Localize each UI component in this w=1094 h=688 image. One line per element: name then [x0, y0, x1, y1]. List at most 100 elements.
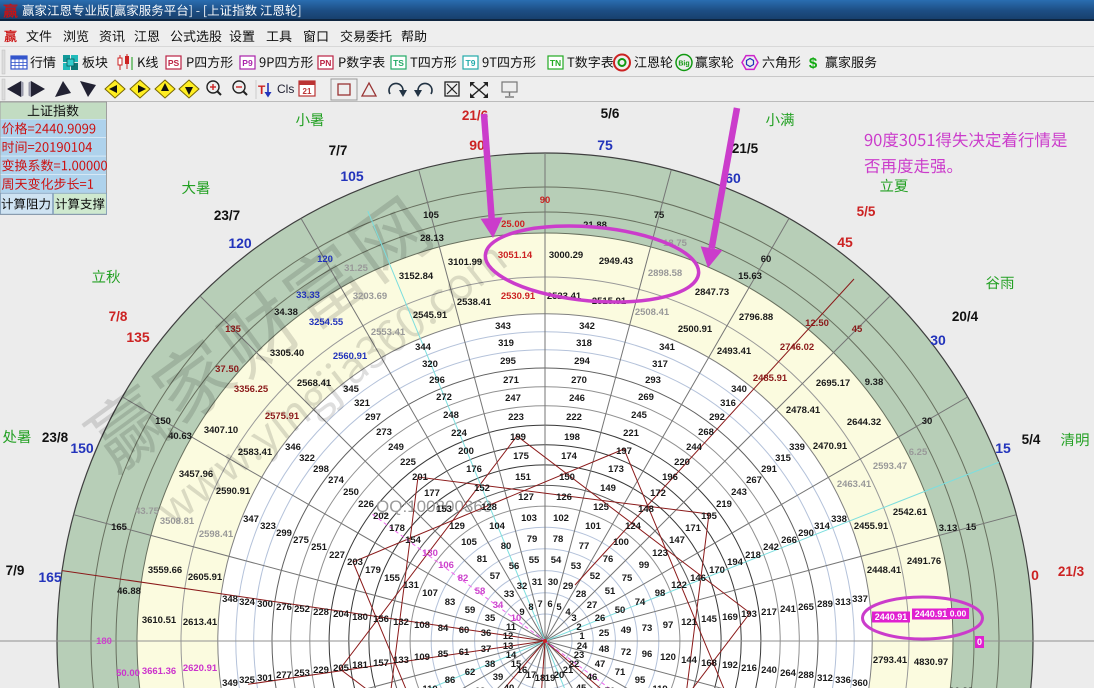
svg-text:265: 265	[798, 602, 815, 613]
svg-text:48: 48	[599, 644, 610, 655]
svg-text:3: 3	[571, 613, 576, 624]
svg-text:2847.73: 2847.73	[695, 287, 729, 298]
svg-text:53: 53	[571, 561, 582, 572]
svg-text:2644.32: 2644.32	[847, 417, 881, 428]
svg-text:146: 146	[690, 573, 706, 584]
svg-text:2440.91: 2440.91	[875, 612, 908, 622]
svg-text:2538.41: 2538.41	[457, 297, 492, 308]
svg-text:2: 2	[576, 622, 581, 633]
svg-text:2455.91: 2455.91	[854, 521, 889, 532]
svg-text:3051.14: 3051.14	[498, 250, 533, 261]
svg-text:289: 289	[817, 599, 833, 610]
svg-text:220: 220	[674, 457, 690, 468]
svg-text:165: 165	[111, 522, 128, 533]
svg-text:337: 337	[852, 594, 868, 605]
svg-text:319: 319	[498, 338, 514, 349]
svg-text:317: 317	[652, 359, 668, 370]
svg-text:2568.41: 2568.41	[297, 378, 332, 389]
svg-text:241: 241	[780, 604, 797, 615]
svg-text:40: 40	[504, 683, 515, 688]
svg-text:226: 226	[358, 499, 374, 510]
svg-text:2575.91: 2575.91	[265, 411, 300, 422]
svg-text:123: 123	[652, 548, 668, 559]
svg-text:2746.02: 2746.02	[780, 342, 814, 353]
svg-text:197: 197	[616, 446, 632, 457]
svg-text:3610.51: 3610.51	[142, 615, 177, 626]
svg-text:130: 130	[422, 548, 438, 559]
svg-text:347: 347	[243, 514, 259, 525]
svg-text:290: 290	[798, 528, 814, 539]
svg-text:96: 96	[642, 649, 653, 660]
svg-text:23/8: 23/8	[42, 430, 69, 445]
svg-text:150: 150	[559, 472, 575, 483]
svg-text:12.50: 12.50	[805, 318, 829, 329]
svg-text:345: 345	[343, 384, 360, 395]
svg-text:47: 47	[595, 659, 606, 670]
svg-text:205: 205	[333, 663, 350, 674]
svg-text:2593.47: 2593.47	[873, 461, 907, 472]
svg-text:50.00: 50.00	[116, 668, 140, 679]
svg-text:3203.69: 3203.69	[353, 291, 387, 302]
svg-text:18: 18	[535, 673, 546, 684]
svg-text:133: 133	[393, 655, 409, 666]
svg-text:128: 128	[481, 502, 497, 513]
svg-text:324: 324	[239, 597, 256, 608]
svg-text:60: 60	[761, 254, 772, 265]
svg-text:27: 27	[587, 600, 598, 611]
svg-text:216: 216	[741, 663, 757, 674]
svg-text:30: 30	[930, 332, 946, 348]
svg-text:293: 293	[645, 375, 661, 386]
svg-text:240: 240	[761, 665, 777, 676]
svg-text:20/4: 20/4	[952, 309, 979, 324]
svg-text:2613.41: 2613.41	[183, 617, 218, 628]
svg-text:242: 242	[763, 542, 779, 553]
svg-text:245: 245	[631, 410, 648, 421]
svg-text:0: 0	[977, 637, 982, 647]
svg-text:269: 269	[638, 392, 654, 403]
svg-text:2560.91: 2560.91	[333, 351, 368, 362]
svg-text:2796.88: 2796.88	[739, 312, 773, 323]
svg-text:127: 127	[518, 492, 534, 503]
svg-text:2491.76: 2491.76	[907, 556, 941, 567]
svg-text:6: 6	[547, 599, 552, 610]
svg-text:3356.25: 3356.25	[234, 384, 269, 395]
svg-text:40.63: 40.63	[168, 431, 192, 442]
svg-text:45: 45	[837, 234, 853, 250]
svg-text:270: 270	[571, 375, 587, 386]
svg-text:275: 275	[293, 535, 310, 546]
svg-text:2530.91: 2530.91	[501, 291, 536, 302]
svg-text:4: 4	[565, 607, 571, 618]
svg-text:221: 221	[623, 428, 640, 439]
svg-text:195: 195	[701, 511, 718, 522]
svg-text:153: 153	[436, 504, 452, 515]
svg-text:176: 176	[466, 464, 482, 475]
svg-text:57: 57	[490, 571, 501, 582]
svg-text:38: 38	[485, 659, 496, 670]
svg-text:33.33: 33.33	[296, 290, 320, 301]
svg-text:105: 105	[340, 168, 364, 184]
svg-text:15: 15	[966, 522, 977, 533]
svg-text:26: 26	[595, 613, 606, 624]
svg-text:301: 301	[257, 673, 274, 684]
svg-text:21/3: 21/3	[1058, 564, 1085, 579]
svg-text:2793.41: 2793.41	[873, 655, 908, 666]
svg-text:30: 30	[922, 416, 933, 427]
svg-text:83: 83	[445, 597, 456, 608]
svg-text:131: 131	[403, 580, 420, 591]
svg-text:267: 267	[746, 475, 762, 486]
svg-text:95: 95	[635, 675, 646, 686]
svg-text:268: 268	[698, 427, 714, 438]
svg-text:108: 108	[414, 620, 430, 631]
svg-text:28: 28	[576, 589, 587, 600]
svg-text:5/5: 5/5	[857, 204, 876, 219]
svg-text:145: 145	[701, 614, 718, 625]
svg-text:246: 246	[569, 393, 585, 404]
svg-text:253: 253	[294, 668, 310, 679]
svg-text:85: 85	[438, 649, 449, 660]
svg-text:152: 152	[474, 483, 490, 494]
svg-text:PS: PS	[168, 58, 180, 68]
svg-text:2448.41: 2448.41	[867, 565, 902, 576]
svg-text:271: 271	[503, 375, 520, 386]
svg-text:61: 61	[459, 647, 470, 658]
svg-text:106: 106	[438, 560, 454, 571]
